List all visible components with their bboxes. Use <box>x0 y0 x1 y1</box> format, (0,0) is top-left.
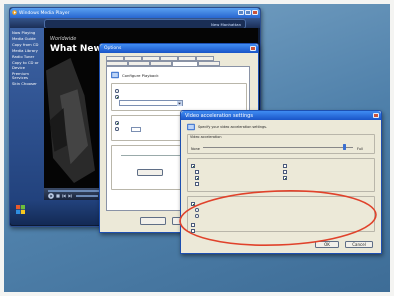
wmv-acceleration-checkbox[interactable] <box>191 202 195 206</box>
play-icon[interactable] <box>48 193 54 199</box>
connection-speed-select[interactable] <box>119 100 183 106</box>
advanced-button[interactable] <box>137 169 163 176</box>
vas-ok-label: OK <box>324 242 330 247</box>
vas-ok-button[interactable]: OK <box>315 241 339 248</box>
stop-icon[interactable] <box>56 194 60 198</box>
connection-speed-choose-radio[interactable] <box>115 95 119 99</box>
sidebar-item-premium-services[interactable]: Premium Services <box>12 71 42 81</box>
accel-full-label: Full <box>357 147 363 151</box>
buffer-seconds-input[interactable] <box>131 127 141 132</box>
vas-accel-slider-track[interactable] <box>203 147 353 149</box>
close-button[interactable] <box>252 9 258 15</box>
options-title: Options <box>104 46 122 51</box>
sidebar-item-radio-tuner[interactable]: Radio Tuner <box>12 54 42 60</box>
performance-icon <box>111 71 119 79</box>
show-subtitle: Worldwide <box>50 36 77 42</box>
default-buffering-radio[interactable] <box>115 121 119 125</box>
vas-cancel-label: Cancel <box>352 242 366 247</box>
player-sidebar: Now Playing Media Guide Copy from CD Med… <box>10 28 44 200</box>
next-icon[interactable] <box>68 194 72 198</box>
sidebar-item-copy-from-cd[interactable]: Copy from CD <box>12 42 42 48</box>
video-acceleration-label: Video acceleration <box>190 135 222 139</box>
use-video-renderer-checkbox[interactable] <box>283 176 287 180</box>
wmv-overlays-checkbox[interactable] <box>195 208 199 212</box>
chevron-down-icon <box>177 101 182 106</box>
options-ok-button[interactable] <box>140 217 166 225</box>
windows-logo-icon <box>16 205 25 214</box>
video-acceleration-options-group <box>187 158 375 192</box>
full-screen-mode-checkbox[interactable] <box>195 176 199 180</box>
volume-slider[interactable] <box>76 195 98 197</box>
media-player-title: Windows Media Player <box>19 10 70 16</box>
vas-header-text: Specify your video acceleration settings… <box>198 125 268 129</box>
right-label: New Manhattan <box>211 21 241 27</box>
sidebar-item-skin-chooser[interactable]: Skin Chooser <box>12 81 42 87</box>
display-full-screen-checkbox[interactable] <box>283 170 287 174</box>
minimize-button[interactable] <box>238 9 244 15</box>
vas-cancel-button[interactable]: Cancel <box>345 241 373 248</box>
media-player-icon <box>12 10 17 15</box>
high-quality-mode-checkbox[interactable] <box>195 182 199 186</box>
vas-close-button[interactable] <box>373 112 379 118</box>
wmv-acceleration-group <box>187 196 375 232</box>
vas-accel-slider-thumb[interactable] <box>343 144 346 150</box>
video-settings-icon <box>187 123 195 131</box>
accel-none-label: None <box>191 147 200 151</box>
display-ok-checkbox[interactable] <box>191 223 195 227</box>
sidebar-item-now-playing[interactable]: Now Playing <box>12 30 42 36</box>
maximize-button[interactable] <box>245 9 251 15</box>
connection-speed-detect-radio[interactable] <box>115 89 119 93</box>
vas-title: Video acceleration settings <box>185 112 253 119</box>
full-screen-changer-checkbox[interactable] <box>283 164 287 168</box>
sidebar-item-copy-to-cd[interactable]: Copy to CD or Device <box>12 60 42 70</box>
connection-speed-group <box>111 83 247 111</box>
wmv-compatibility-checkbox[interactable] <box>195 214 199 218</box>
video-acceleration-dialog: Video acceleration settings Specify your… <box>180 110 382 254</box>
vas-titlebar[interactable]: Video acceleration settings <box>181 111 381 120</box>
decoder-checkbox[interactable] <box>191 229 195 233</box>
sidebar-item-media-library[interactable]: Media Library <box>12 48 42 54</box>
options-close-button[interactable] <box>250 45 256 51</box>
overlays-checkbox[interactable] <box>195 170 199 174</box>
video-mixing-renderer-checkbox[interactable] <box>191 164 195 168</box>
previous-icon[interactable] <box>62 194 66 198</box>
buffer-seconds-radio[interactable] <box>115 127 119 131</box>
options-heading: Configure Playback <box>122 73 159 78</box>
sidebar-item-media-guide[interactable]: Media Guide <box>12 36 42 42</box>
media-player-titlebar[interactable]: Windows Media Player <box>10 8 260 18</box>
options-titlebar[interactable]: Options <box>100 44 258 53</box>
